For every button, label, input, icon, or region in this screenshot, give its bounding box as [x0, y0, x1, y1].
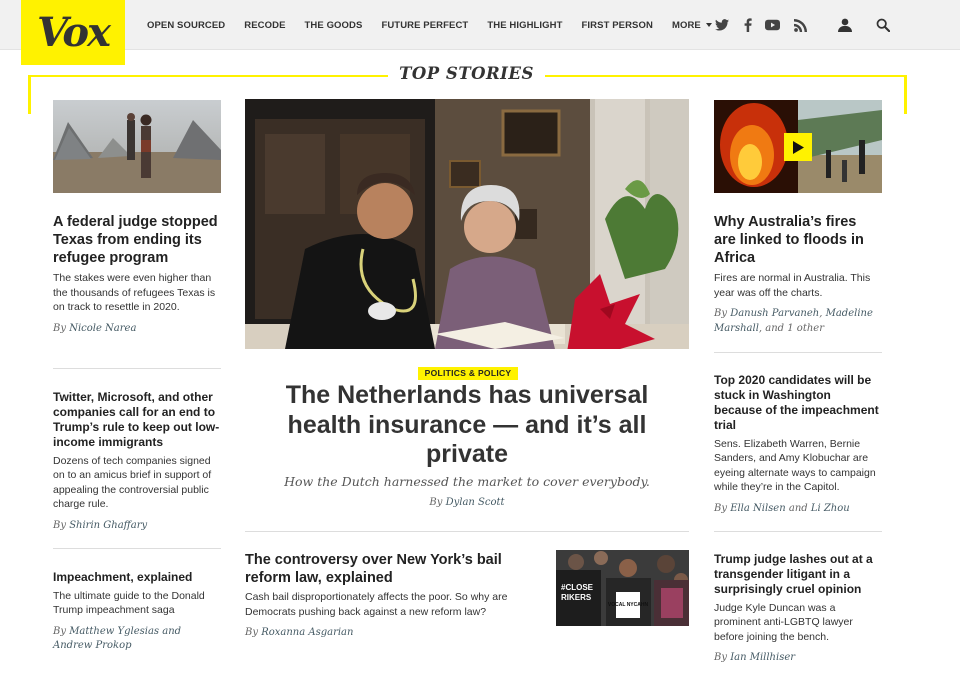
- hero-byline: By Dylan Scott: [245, 497, 689, 508]
- story-dek: Fires are normal in Australia. This year…: [714, 272, 871, 299]
- author-link[interactable]: Matthew Yglesias and Andrew Prokop: [53, 626, 181, 652]
- story-byline: By Ella Nilsen and Li Zhou: [714, 502, 882, 517]
- byline-prefix: By: [53, 519, 70, 531]
- nav-the-goods[interactable]: THE GOODS: [305, 20, 363, 31]
- user-icon[interactable]: [837, 17, 853, 33]
- byline-prefix: By: [714, 308, 731, 320]
- facebook-icon[interactable]: [740, 17, 756, 33]
- center-divider: [245, 531, 689, 532]
- rss-icon[interactable]: [792, 17, 808, 33]
- story-byline: By Shirin Ghaffary: [53, 519, 221, 534]
- column-divider: [714, 531, 882, 532]
- byline-prefix: By: [714, 502, 731, 514]
- author-link[interactable]: Nicole Narea: [69, 323, 136, 334]
- play-icon: [793, 140, 804, 154]
- story-bail-reform[interactable]: The controversy over New York’s bail ref…: [245, 551, 535, 641]
- story-byline: By Roxanna Asgarian: [245, 626, 535, 641]
- story-headline[interactable]: Twitter, Microsoft, and other companies …: [53, 390, 221, 450]
- story-impeachment-explained[interactable]: Impeachment, explained The ultimate guid…: [53, 570, 221, 654]
- column-divider: [53, 368, 221, 369]
- nav-the-highlight[interactable]: THE HIGHLIGHT: [487, 20, 562, 31]
- story-impeachment-trial[interactable]: Top 2020 candidates will be stuck in Was…: [714, 373, 882, 516]
- story-dek: Sens. Elizabeth Warren, Bernie Sanders, …: [714, 438, 876, 494]
- main-nav: OPEN SOURCED RECODE THE GOODS FUTURE PER…: [147, 0, 731, 50]
- nav-more-dropdown[interactable]: MORE: [672, 20, 712, 31]
- fires-floods-video-thumbnail[interactable]: [714, 100, 882, 193]
- story-headline[interactable]: A federal judge stopped Texas from endin…: [53, 213, 221, 267]
- nav-future-perfect[interactable]: FUTURE PERFECT: [381, 20, 468, 31]
- hero-headline[interactable]: The Netherlands has universal health ins…: [255, 381, 679, 470]
- story-dek: Dozens of tech companies signed on to an…: [53, 455, 212, 511]
- shirt-text: VOCAL NYCAHN: [608, 602, 649, 608]
- author-link[interactable]: Ian Millhiser: [730, 652, 795, 663]
- sign-text: RIKERS: [561, 593, 592, 602]
- byline-prefix: By: [53, 322, 70, 334]
- story-byline: By Ian Millhiser: [714, 651, 882, 666]
- story-headline[interactable]: Trump judge lashes out at a transgender …: [714, 552, 882, 597]
- byline-prefix: By: [53, 625, 70, 637]
- twitter-icon[interactable]: [714, 17, 730, 33]
- author-link[interactable]: Ella Nilsen: [730, 503, 785, 514]
- story-headline[interactable]: The controversy over New York’s bail ref…: [245, 551, 535, 587]
- nav-recode[interactable]: RECODE: [244, 20, 285, 31]
- byline-prefix: By: [429, 497, 446, 508]
- logo-text: Vox: [37, 9, 111, 56]
- author-link[interactable]: Dylan Scott: [446, 497, 505, 508]
- story-headline[interactable]: Impeachment, explained: [53, 570, 221, 585]
- sign-text: #CLOSE: [561, 583, 594, 592]
- author-link[interactable]: Shirin Ghaffary: [69, 520, 147, 531]
- author-link[interactable]: Roxanna Asgarian: [261, 627, 353, 638]
- vox-logo[interactable]: Vox: [21, 0, 125, 65]
- refugee-camp-thumbnail[interactable]: [53, 100, 221, 193]
- story-headline[interactable]: Top 2020 candidates will be stuck in Was…: [714, 373, 882, 433]
- story-byline: By Danush Parvaneh, Madeline Marshall, a…: [714, 307, 882, 336]
- youtube-icon[interactable]: [764, 17, 780, 33]
- top-stories-bracket-right: [904, 75, 907, 114]
- story-australia-fires[interactable]: Why Australia’s fires are linked to floo…: [714, 213, 882, 336]
- top-stories-rule-right: [545, 75, 907, 77]
- author-link[interactable]: Li Zhou: [811, 503, 850, 514]
- story-trump-judge[interactable]: Trump judge lashes out at a transgender …: [714, 552, 882, 666]
- byline-prefix: By: [714, 652, 731, 664]
- protest-thumbnail[interactable]: #CLOSE RIKERS VOCAL NYCAHN: [556, 550, 689, 626]
- story-texas-refugee[interactable]: A federal judge stopped Texas from endin…: [53, 213, 221, 336]
- story-dek: Cash bail disproportionately affects the…: [245, 591, 508, 618]
- story-dek: Judge Kyle Duncan was a prominent anti-L…: [714, 602, 853, 643]
- story-byline: By Matthew Yglesias and Andrew Prokop: [53, 625, 221, 654]
- nav-open-sourced[interactable]: OPEN SOURCED: [147, 20, 225, 31]
- category-tag[interactable]: POLITICS & POLICY: [418, 367, 518, 380]
- search-icon[interactable]: [875, 17, 891, 33]
- story-headline[interactable]: Why Australia’s fires are linked to floo…: [714, 213, 882, 267]
- author-link[interactable]: Danush Parvaneh: [730, 308, 819, 319]
- top-stories-rule-left: [28, 75, 388, 77]
- story-dek: The ultimate guide to the Donald Trump i…: [53, 590, 205, 617]
- nav-first-person[interactable]: FIRST PERSON: [582, 20, 653, 31]
- play-video-button[interactable]: [784, 133, 812, 161]
- column-divider: [53, 548, 221, 549]
- story-public-charge[interactable]: Twitter, Microsoft, and other companies …: [53, 390, 221, 533]
- story-byline: By Nicole Narea: [53, 322, 221, 337]
- hero-dek: How the Dutch harnessed the market to co…: [284, 474, 650, 489]
- hero-image[interactable]: [245, 99, 689, 349]
- top-stories-bracket-left: [28, 75, 31, 114]
- top-stories-heading: TOP STORIES: [399, 64, 534, 83]
- byline-separator: , and 1 other: [758, 322, 824, 334]
- byline-prefix: By: [245, 627, 262, 639]
- story-dek: The stakes were even higher than the tho…: [53, 272, 216, 314]
- column-divider: [714, 352, 882, 353]
- byline-separator: and: [785, 502, 811, 514]
